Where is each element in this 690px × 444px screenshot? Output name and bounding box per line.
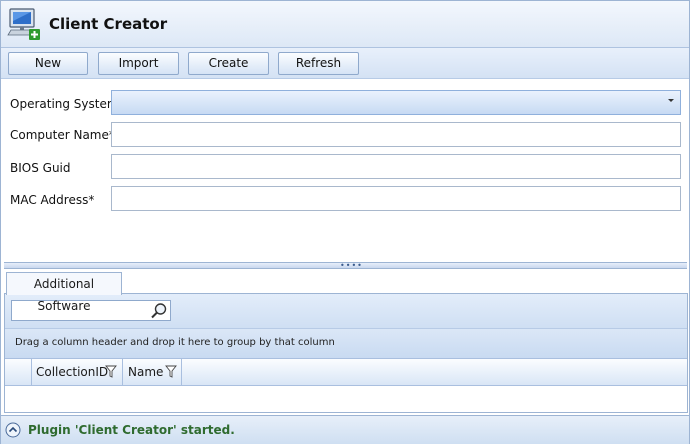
operating-system-select[interactable] [111,90,681,115]
new-button[interactable]: New [8,52,88,75]
create-button[interactable]: Create [188,52,269,75]
collapse-up-icon[interactable] [5,422,21,438]
software-grid: Drag a column header and drop it here to… [4,293,688,413]
column-label-name: Name [128,365,164,379]
computer-add-icon [7,8,40,40]
bios-guid-label: BIOS Guid [10,161,71,175]
client-creator-window: Client Creator New Import Create Refresh… [0,0,690,444]
filter-icon[interactable] [165,365,177,378]
grid-column-header: CollectionID Name [5,358,687,386]
column-header-name[interactable]: Name [123,359,182,385]
import-button[interactable]: Import [98,52,179,75]
chevron-down-icon [668,99,674,102]
panel-splitter[interactable]: •••• [4,261,687,270]
search-icon[interactable] [150,302,168,320]
grid-search-input[interactable] [11,300,171,321]
group-by-hint: Drag a column header and drop it here to… [15,337,335,348]
bios-guid-input[interactable] [111,154,681,179]
row-indicator-header [5,359,32,385]
status-bar: Plugin 'Client Creator' started. [1,415,689,444]
tab-additional-software[interactable]: Additional Software [6,272,122,313]
grid-search-bar [5,294,687,328]
group-by-panel[interactable]: Drag a column header and drop it here to… [5,328,687,359]
filter-icon[interactable] [105,365,117,378]
computer-name-label: Computer Name* [10,128,115,142]
computer-name-input[interactable] [111,122,681,147]
operating-system-label: Operating System [10,97,119,111]
mac-address-label: MAC Address* [10,193,95,207]
app-title: Client Creator [49,15,168,33]
grip-dots-icon: •••• [340,261,363,270]
app-header: Client Creator [1,1,689,48]
column-label-collectionid: CollectionID [36,365,109,379]
toolbar: New Import Create Refresh [1,48,689,79]
mac-address-input[interactable] [111,186,681,211]
status-message: Plugin 'Client Creator' started. [28,423,235,437]
refresh-button[interactable]: Refresh [278,52,359,75]
column-header-collectionid[interactable]: CollectionID [32,359,123,385]
